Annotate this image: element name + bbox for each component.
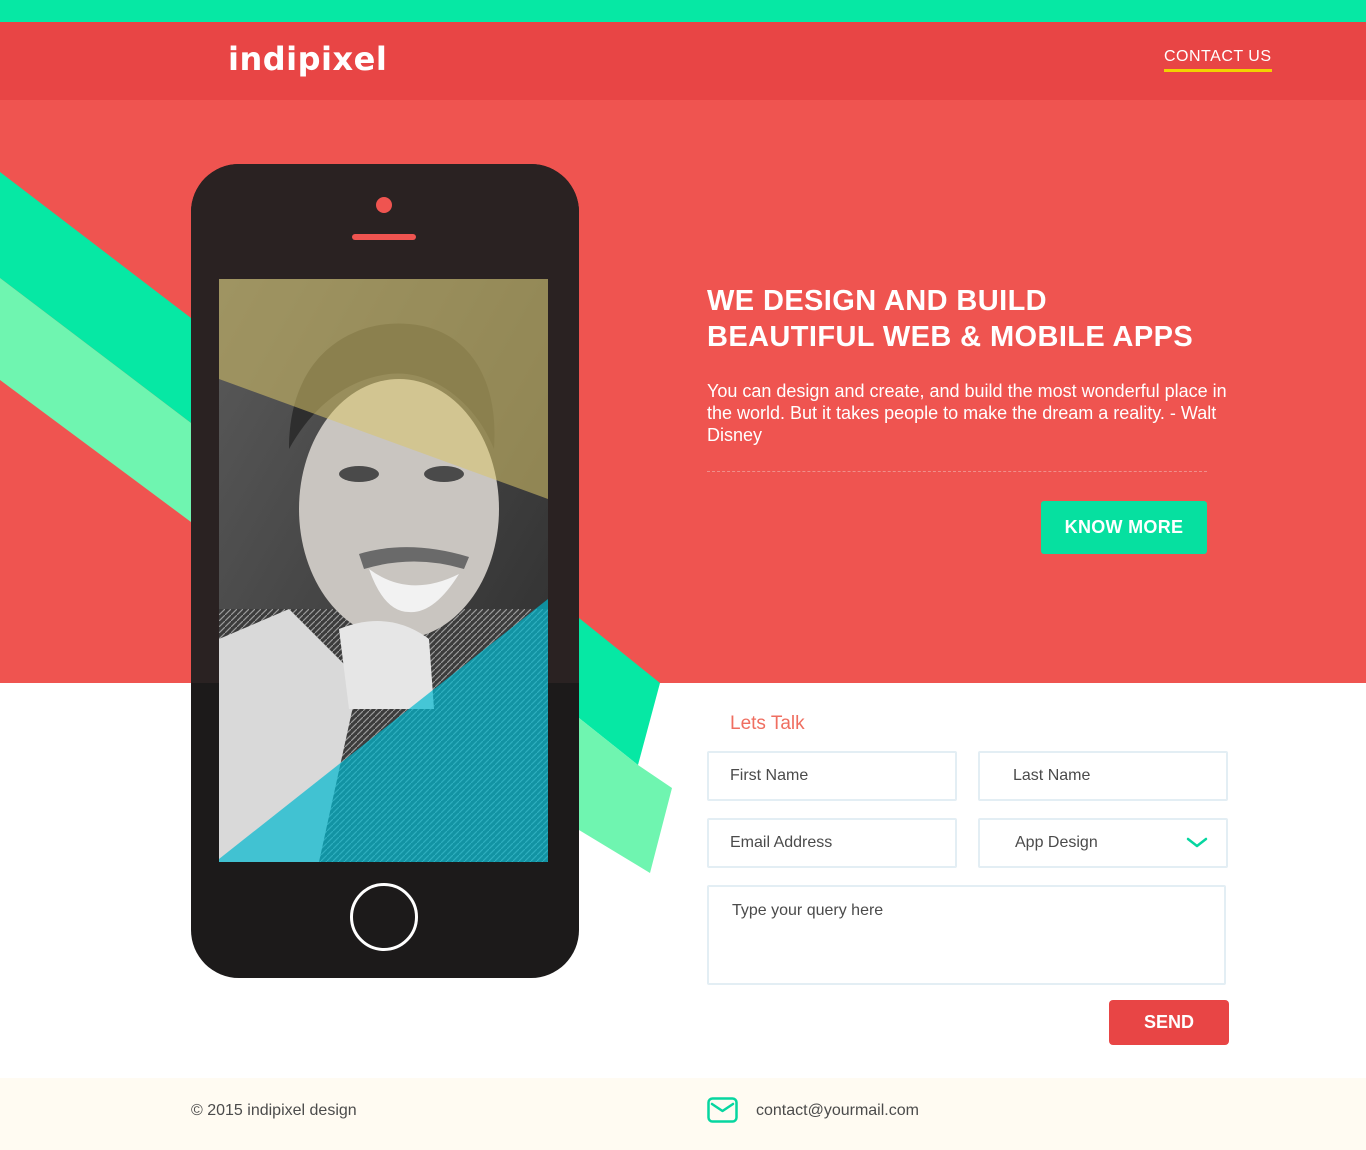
phone-home-button-icon bbox=[350, 883, 418, 951]
chevron-down-icon bbox=[1186, 837, 1208, 848]
first-name-field[interactable]: First Name bbox=[707, 751, 957, 801]
phone-mockup bbox=[191, 164, 579, 978]
contact-email-link[interactable]: contact@yourmail.com bbox=[756, 1102, 919, 1120]
query-textarea[interactable]: Type your query here bbox=[707, 885, 1226, 985]
know-more-button[interactable]: KNOW MORE bbox=[1041, 501, 1207, 554]
phone-screen-portrait bbox=[219, 279, 548, 862]
send-button[interactable]: SEND bbox=[1109, 1000, 1229, 1045]
nav-contact-link[interactable]: CONTACT US bbox=[1164, 48, 1272, 72]
phone-speaker-icon bbox=[352, 234, 416, 240]
copyright-text: © 2015 indipixel design bbox=[191, 1102, 357, 1119]
brand-logo[interactable]: indipixel bbox=[228, 40, 387, 78]
email-field[interactable]: Email Address bbox=[707, 818, 957, 868]
last-name-field[interactable]: Last Name bbox=[978, 751, 1228, 801]
site-footer: © 2015 indipixel design contact@yourmail… bbox=[0, 1078, 1366, 1150]
hero-quote: You can design and create, and build the… bbox=[707, 381, 1227, 445]
hero-headline-line2: BEAUTIFUL WEB & MOBILE APPS bbox=[707, 321, 1194, 353]
top-accent-bar bbox=[0, 0, 1366, 22]
service-select[interactable]: App Design bbox=[978, 818, 1228, 868]
hero-headline: WE DESIGN AND BUILD BEAUTIFUL WEB & MOBI… bbox=[707, 283, 1267, 355]
phone-camera-icon bbox=[376, 197, 392, 213]
form-title: Lets Talk bbox=[730, 713, 805, 734]
mail-icon bbox=[707, 1097, 738, 1123]
hero-headline-line1: WE DESIGN AND BUILD bbox=[707, 285, 1048, 317]
portrait-photo-icon bbox=[219, 279, 548, 862]
hero-divider bbox=[707, 471, 1207, 472]
service-select-value: App Design bbox=[1015, 834, 1098, 851]
site-header: indipixel CONTACT US bbox=[0, 22, 1366, 100]
